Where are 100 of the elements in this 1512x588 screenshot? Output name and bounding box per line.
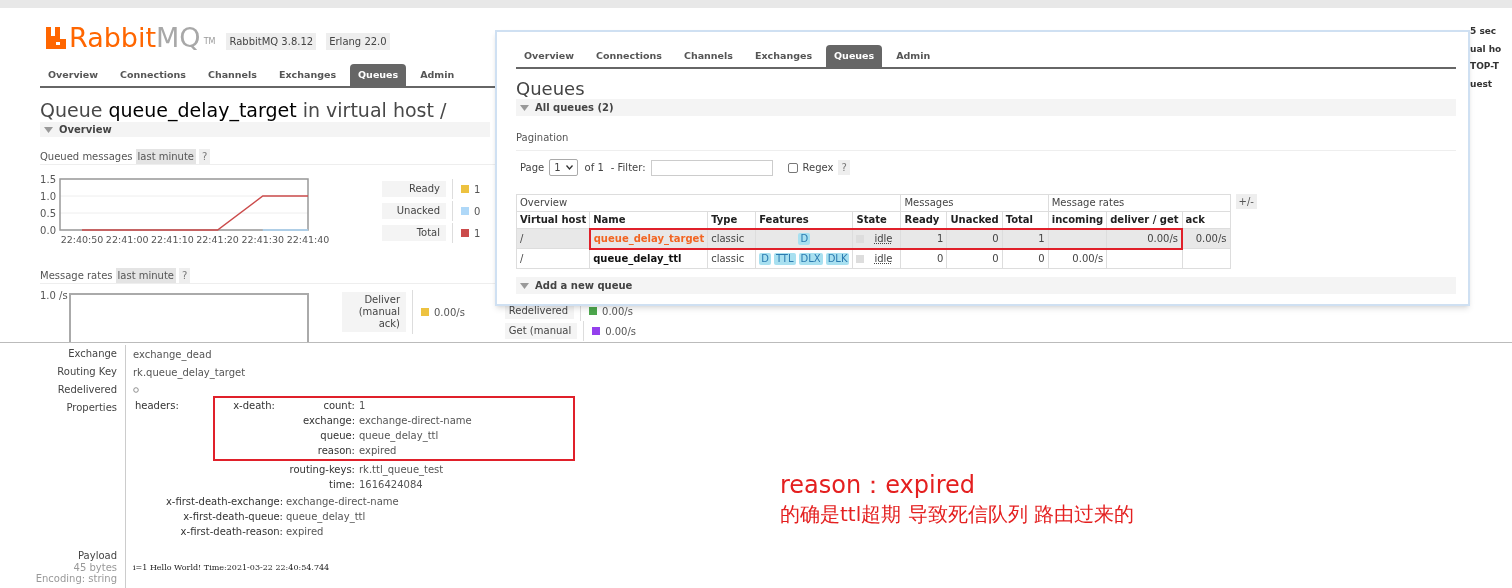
state-text: idle	[874, 253, 893, 265]
axis-tick-label: 1.5	[40, 174, 56, 186]
field-label: Exchange	[0, 345, 126, 363]
table-cell: classic	[711, 232, 745, 244]
version-badge: RabbitMQ 3.8.12	[226, 33, 317, 50]
section-label: Pagination	[516, 132, 569, 144]
collapse-icon	[44, 126, 53, 133]
column-header: ack	[1182, 211, 1231, 229]
nav-tab[interactable]: Queues	[826, 45, 883, 68]
legend-label: Ready	[382, 181, 446, 198]
legend-label: Unacked	[382, 203, 446, 220]
property-key: x-first-death-reason:	[135, 526, 283, 538]
range-button[interactable]: last minute	[115, 268, 176, 284]
field-label: Redelivered	[0, 381, 126, 399]
column-toggle-button[interactable]: +/-	[1235, 194, 1257, 210]
nav-tab[interactable]: Queues	[350, 64, 407, 87]
property-key: exchange:	[275, 415, 355, 427]
page-select[interactable]: 1	[549, 159, 578, 177]
legend-value: 1	[474, 226, 481, 241]
axis-tick-label: 22:41:40	[286, 234, 330, 246]
field-label: Payload	[78, 549, 117, 563]
table-cell: 1	[937, 232, 944, 244]
regex-checkbox[interactable]	[787, 162, 798, 173]
legend-label: Total	[382, 225, 446, 242]
chart-label: Message rates	[40, 269, 113, 284]
property-value: 1616424084	[358, 479, 424, 491]
table-row[interactable]: / queue_delay_target classic D idle 1 0 1 0.00/s 0.00/s	[516, 228, 1231, 249]
nav-tab[interactable]: Exchanges	[270, 64, 345, 87]
collapse-icon	[520, 104, 529, 111]
nav-tab[interactable]: Overview	[40, 64, 107, 87]
collapse-icon	[520, 282, 529, 289]
table-cell: 0	[992, 253, 999, 264]
axis-tick-label: 0.0	[40, 225, 56, 237]
chart-label: Queued messages	[40, 150, 133, 165]
section-header[interactable]: Add a new queue	[516, 277, 1456, 295]
help-button[interactable]: ?	[199, 149, 211, 165]
table-cell: 0.00/s	[1195, 232, 1227, 244]
column-header: Total	[1002, 211, 1049, 229]
filter-field[interactable]	[650, 159, 773, 176]
section-header[interactable]: Overview	[40, 122, 490, 138]
table-cell: 0.00/s	[1072, 253, 1104, 264]
feature-tag: DLX	[798, 253, 823, 265]
feature-tag: D	[759, 253, 771, 265]
brand-suffix: MQ	[156, 24, 201, 52]
nav-tab[interactable]: Admin	[412, 64, 463, 87]
payload-encoding: Encoding: string	[35, 573, 117, 584]
state-indicator	[856, 255, 865, 263]
nav-tab[interactable]: Connections	[588, 45, 670, 68]
page-count: of 1	[584, 161, 604, 176]
nav-tab[interactable]: Channels	[675, 45, 741, 68]
payload-size: 45 bytes	[73, 563, 117, 573]
section-header[interactable]: All queues (2)	[516, 99, 1456, 117]
property-key: count:	[275, 400, 355, 412]
nav-tab[interactable]: Exchanges	[746, 45, 821, 68]
feature-tag: TTL	[773, 253, 796, 265]
help-button[interactable]: ?	[838, 160, 850, 176]
legend-value: 0.00/s	[434, 305, 465, 320]
property-key: x-first-death-queue:	[135, 511, 283, 523]
nav-tab[interactable]: Overview	[516, 45, 583, 68]
logo-icon	[46, 27, 66, 49]
table-cell: 0	[992, 232, 999, 244]
edge-text: TOP-T	[1470, 60, 1500, 73]
edge-text: ual ho	[1470, 42, 1503, 56]
axis-tick-label: 0.5	[40, 208, 56, 220]
axis-tick-label: 22:41:00	[105, 234, 149, 246]
column-header: Virtual host	[516, 211, 590, 229]
legend-label: Deliver (manual ack)	[342, 292, 406, 333]
range-button[interactable]: last minute	[135, 149, 196, 165]
feature-tag: DLK	[825, 253, 850, 265]
property-key: time:	[275, 479, 355, 491]
feature-tag: D	[798, 232, 811, 245]
field-value: exchange_dead	[133, 347, 212, 362]
legend-label: Get (manual	[504, 323, 578, 340]
property-value: expired	[285, 526, 325, 538]
field-label: - Filter:	[610, 161, 646, 176]
property-key: queue:	[275, 430, 355, 442]
property-value: rk.ttl_queue_test	[358, 464, 445, 476]
table-cell: 1	[1038, 232, 1045, 244]
property-key: reason:	[275, 445, 355, 457]
table-cell: 0.00/s	[1147, 232, 1179, 244]
axis-tick-label: 22:41:20	[196, 234, 239, 246]
help-button[interactable]: ?	[179, 268, 191, 284]
legend-value: 0.00/s	[605, 324, 637, 339]
nav-tab[interactable]: Channels	[199, 64, 265, 87]
field-label: Properties	[66, 401, 117, 415]
property-value: queue_delay_ttl	[358, 430, 440, 442]
page-heading: Queues	[516, 79, 585, 100]
nav-tab[interactable]: Admin	[888, 45, 939, 68]
property-value: exchange-direct-name	[285, 496, 400, 508]
payload-text: i=1 Hello World! Time:2021-03-22 22:40:54.744	[133, 562, 330, 574]
nav-tab[interactable]: Connections	[112, 64, 194, 87]
axis-tick-label: 1.0	[40, 191, 56, 203]
axis-tick-label: 22:41:10	[151, 234, 194, 246]
table-cell: 0	[1038, 253, 1045, 264]
table-row[interactable]: / queue_delay_ttl classic D TTL DLX DLK idle 0 0 0 0.00/s	[516, 248, 1231, 269]
property-key: x-first-death-exchange:	[135, 496, 283, 508]
axis-tick-label: 22:41:30	[241, 234, 285, 246]
caret-icon	[565, 165, 573, 171]
property-value: 1	[358, 400, 367, 412]
table-cell: 0	[937, 253, 944, 264]
